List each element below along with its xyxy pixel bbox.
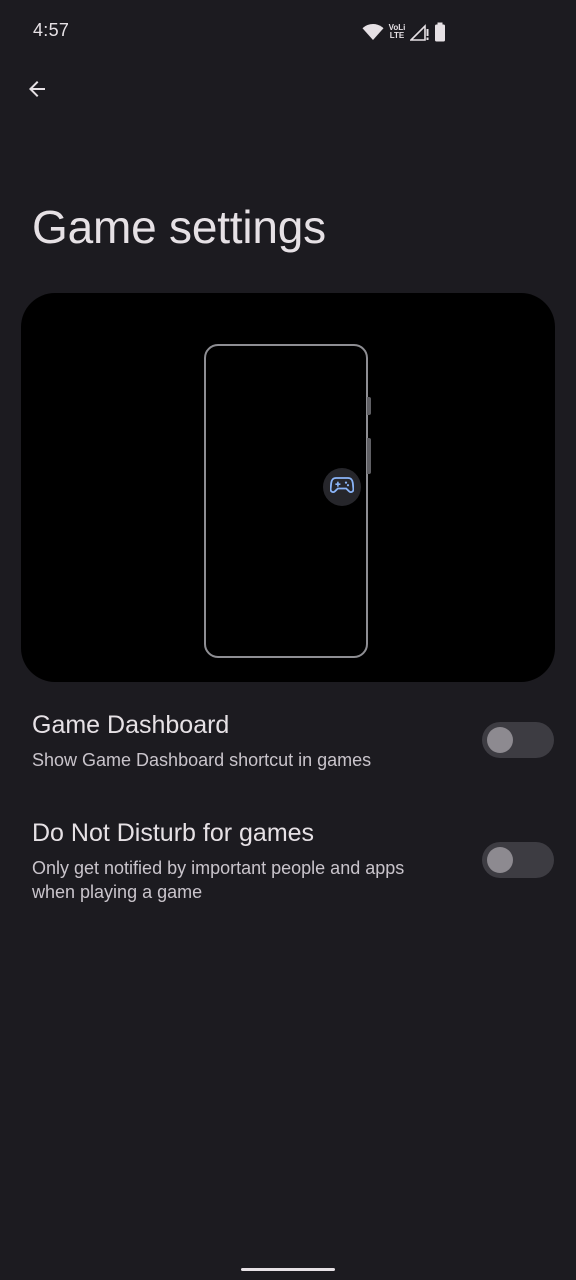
game-dashboard-shortcut — [323, 468, 361, 506]
status-time: 4:57 — [33, 20, 70, 40]
wifi-icon — [362, 23, 384, 41]
status-icons: VoLi LTE — [362, 21, 446, 43]
setting-do-not-disturb[interactable]: Do Not Disturb for games Only get notifi… — [0, 808, 576, 918]
page-title: Game settings — [32, 201, 326, 253]
gamepad-icon — [329, 475, 355, 500]
phone-side-button — [367, 438, 371, 474]
game-dashboard-illustration — [21, 293, 555, 682]
arrow-back-icon — [25, 77, 49, 106]
toggle-thumb — [487, 847, 513, 873]
toggle-thumb — [487, 727, 513, 753]
setting-game-dashboard[interactable]: Game Dashboard Show Game Dashboard short… — [0, 700, 576, 796]
phone-side-button — [367, 397, 371, 415]
status-bar: 4:57 VoLi LTE — [0, 0, 576, 62]
battery-icon — [434, 22, 446, 42]
setting-title: Do Not Disturb for games — [32, 819, 315, 847]
setting-title: Game Dashboard — [32, 711, 230, 739]
signal-icon — [410, 23, 430, 41]
gesture-nav-handle[interactable] — [241, 1268, 335, 1271]
setting-summary: Show Game Dashboard shortcut in games — [32, 750, 372, 770]
game-dashboard-toggle[interactable] — [482, 722, 554, 758]
setting-summary: Only get notified by important people an… — [32, 858, 405, 902]
volte-label-bottom: LTE — [389, 31, 405, 40]
do-not-disturb-toggle[interactable] — [482, 842, 554, 878]
back-button[interactable] — [14, 68, 60, 114]
volte-icon: VoLi LTE — [388, 24, 406, 40]
